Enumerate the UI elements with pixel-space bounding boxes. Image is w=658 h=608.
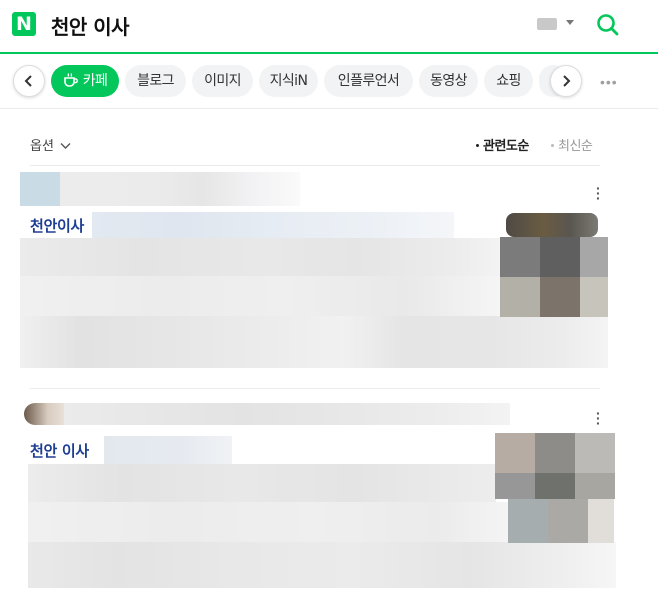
selected-dot-icon: [476, 144, 479, 147]
thumbnail-pixel: [575, 473, 615, 499]
tabs-next-button[interactable]: [550, 65, 582, 97]
profile-meta: [64, 403, 510, 425]
thumbnail-pixel: [535, 433, 575, 473]
option-toggle[interactable]: 옵션: [30, 135, 71, 154]
tab-influencer[interactable]: 인플루언서: [324, 65, 413, 97]
thumbnail-pixel: [495, 473, 535, 499]
search-result-card[interactable]: · · · 천안이사: [0, 166, 658, 388]
keyboard-icon[interactable]: [537, 18, 557, 30]
tabs-prev-button[interactable]: [13, 65, 45, 97]
tab-video[interactable]: 동영상: [419, 65, 478, 97]
tab-blog[interactable]: 블로그: [125, 65, 186, 97]
thumbnail-pixel: [500, 237, 540, 277]
option-label: 옵션: [30, 139, 54, 154]
chevron-left-icon: [24, 75, 32, 87]
result-title[interactable]: 천안 이사: [30, 440, 91, 461]
search-header: N 천안 이사: [0, 0, 658, 52]
sort-recent[interactable]: 최신순: [551, 135, 593, 154]
profile-avatar: [24, 403, 64, 425]
result-thumbnail: [495, 433, 535, 473]
thumbnail-pixel: [535, 473, 575, 499]
thumbnail-pixel: [500, 277, 540, 317]
search-icon[interactable]: [595, 12, 621, 38]
profile-meta: [60, 172, 300, 206]
thumbnail-pixel: [540, 237, 580, 277]
sort-recent-label: 최신순: [558, 139, 593, 154]
thumbnail-pixel: [540, 277, 580, 317]
tab-shopping[interactable]: 쇼핑: [484, 65, 533, 97]
thumbnail-pixel: [508, 499, 548, 543]
tab-cafe[interactable]: 카페: [51, 65, 119, 97]
result-thumbnail[interactable]: [506, 213, 598, 237]
tab-image[interactable]: 이미지: [192, 65, 253, 97]
result-title[interactable]: 천안이사: [30, 215, 87, 236]
thumbnail-pixel: [548, 499, 588, 543]
chevron-down-icon[interactable]: [566, 20, 574, 25]
thumbnail-pixel: [588, 499, 614, 543]
title-blur: [92, 212, 454, 240]
more-tabs-icon[interactable]: •••: [600, 75, 618, 89]
vertical-tabs: 카페 블로그 이미지 지식iN 인플루언서 동영상 쇼핑 •••: [0, 54, 658, 108]
tab-label: 카페: [82, 73, 108, 89]
chevron-down-icon: [60, 142, 71, 149]
sort-relevance-label: 관련도순: [483, 139, 529, 154]
chevron-right-icon: [563, 75, 571, 87]
dot-icon: [551, 144, 554, 147]
thumbnail-pixel: [575, 433, 615, 473]
more-options-icon[interactable]: · · ·: [596, 181, 601, 205]
thumbnail-pixel: [580, 277, 608, 317]
search-result-card[interactable]: · · · 천안 이사: [0, 389, 658, 608]
sort-relevance[interactable]: 관련도순: [476, 135, 529, 154]
cafe-cup-icon: [63, 72, 78, 87]
snippet-line: [28, 464, 496, 502]
tabs-divider: [0, 108, 658, 109]
snippet-line: [20, 276, 500, 316]
snippet-line: [28, 502, 508, 542]
snippet-line: [20, 316, 608, 368]
snippet-line: [20, 238, 500, 276]
more-options-icon[interactable]: · · ·: [596, 406, 601, 430]
profile-avatar: [20, 172, 60, 206]
search-query-text[interactable]: 천안 이사: [51, 11, 130, 40]
thumbnail-pixel: [580, 237, 608, 277]
tab-kin[interactable]: 지식iN: [259, 65, 318, 97]
naver-logo[interactable]: N: [12, 12, 36, 36]
snippet-line: [28, 542, 616, 588]
